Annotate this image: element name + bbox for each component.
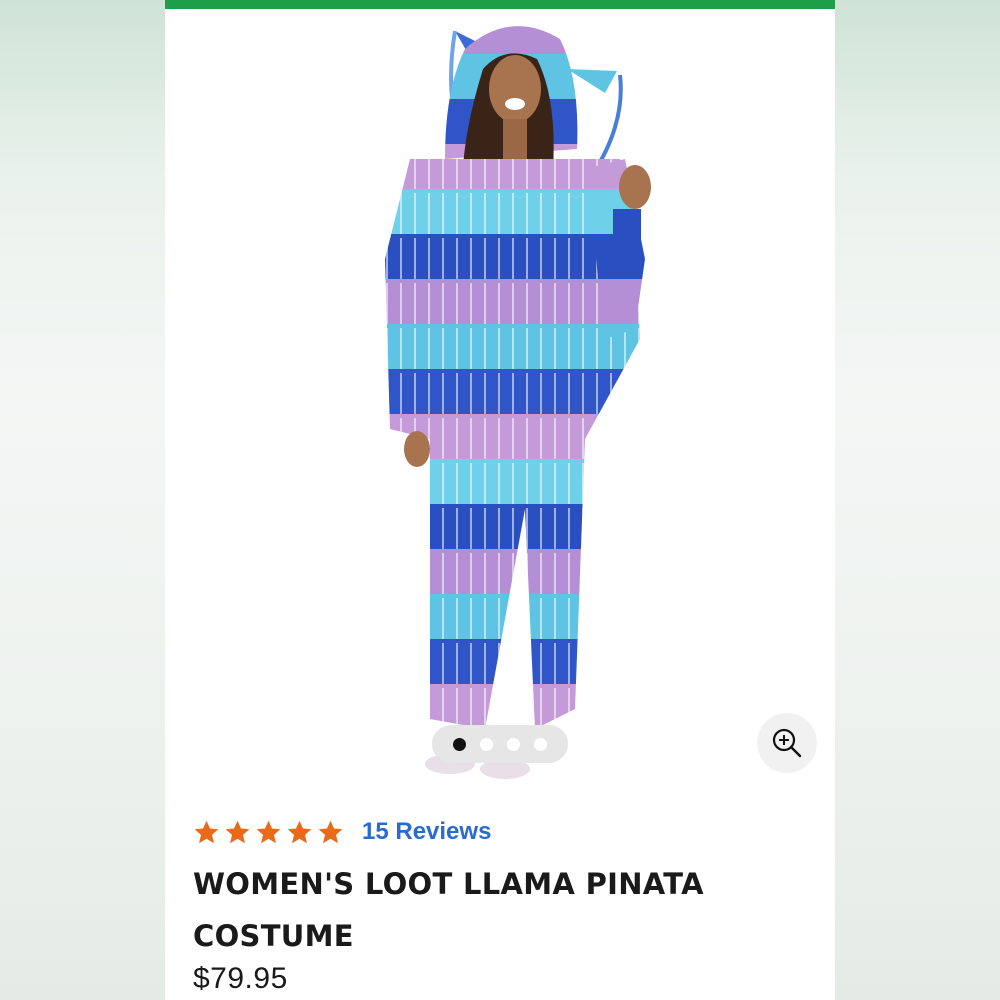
zoom-in-icon — [772, 728, 802, 758]
star-rating — [193, 819, 344, 846]
carousel-dot-4[interactable] — [534, 737, 547, 751]
product-image[interactable] — [165, 9, 835, 799]
product-price: $79.95 — [193, 962, 288, 995]
carousel-dot-2[interactable] — [480, 737, 493, 751]
product-title: WOMEN'S LOOT LLAMA PINATA COSTUME — [193, 867, 704, 953]
star-icon — [318, 820, 343, 843]
carousel-dot-1[interactable] — [453, 737, 466, 751]
carousel-dots — [432, 725, 568, 763]
star-icon — [287, 820, 312, 843]
background-left — [0, 0, 165, 1000]
rating-row: 15 Reviews — [193, 815, 491, 849]
carousel-dot-3[interactable] — [507, 737, 520, 751]
zoom-button[interactable] — [757, 713, 817, 773]
product-card: 15 Reviews WOMEN'S LOOT LLAMA PINATA COS… — [165, 0, 835, 1000]
star-icon — [256, 820, 281, 843]
background-right — [835, 0, 1000, 1000]
reviews-link[interactable]: 15 Reviews — [362, 818, 491, 846]
top-accent-bar — [165, 0, 835, 9]
star-icon — [194, 820, 219, 843]
star-icon — [225, 820, 250, 843]
